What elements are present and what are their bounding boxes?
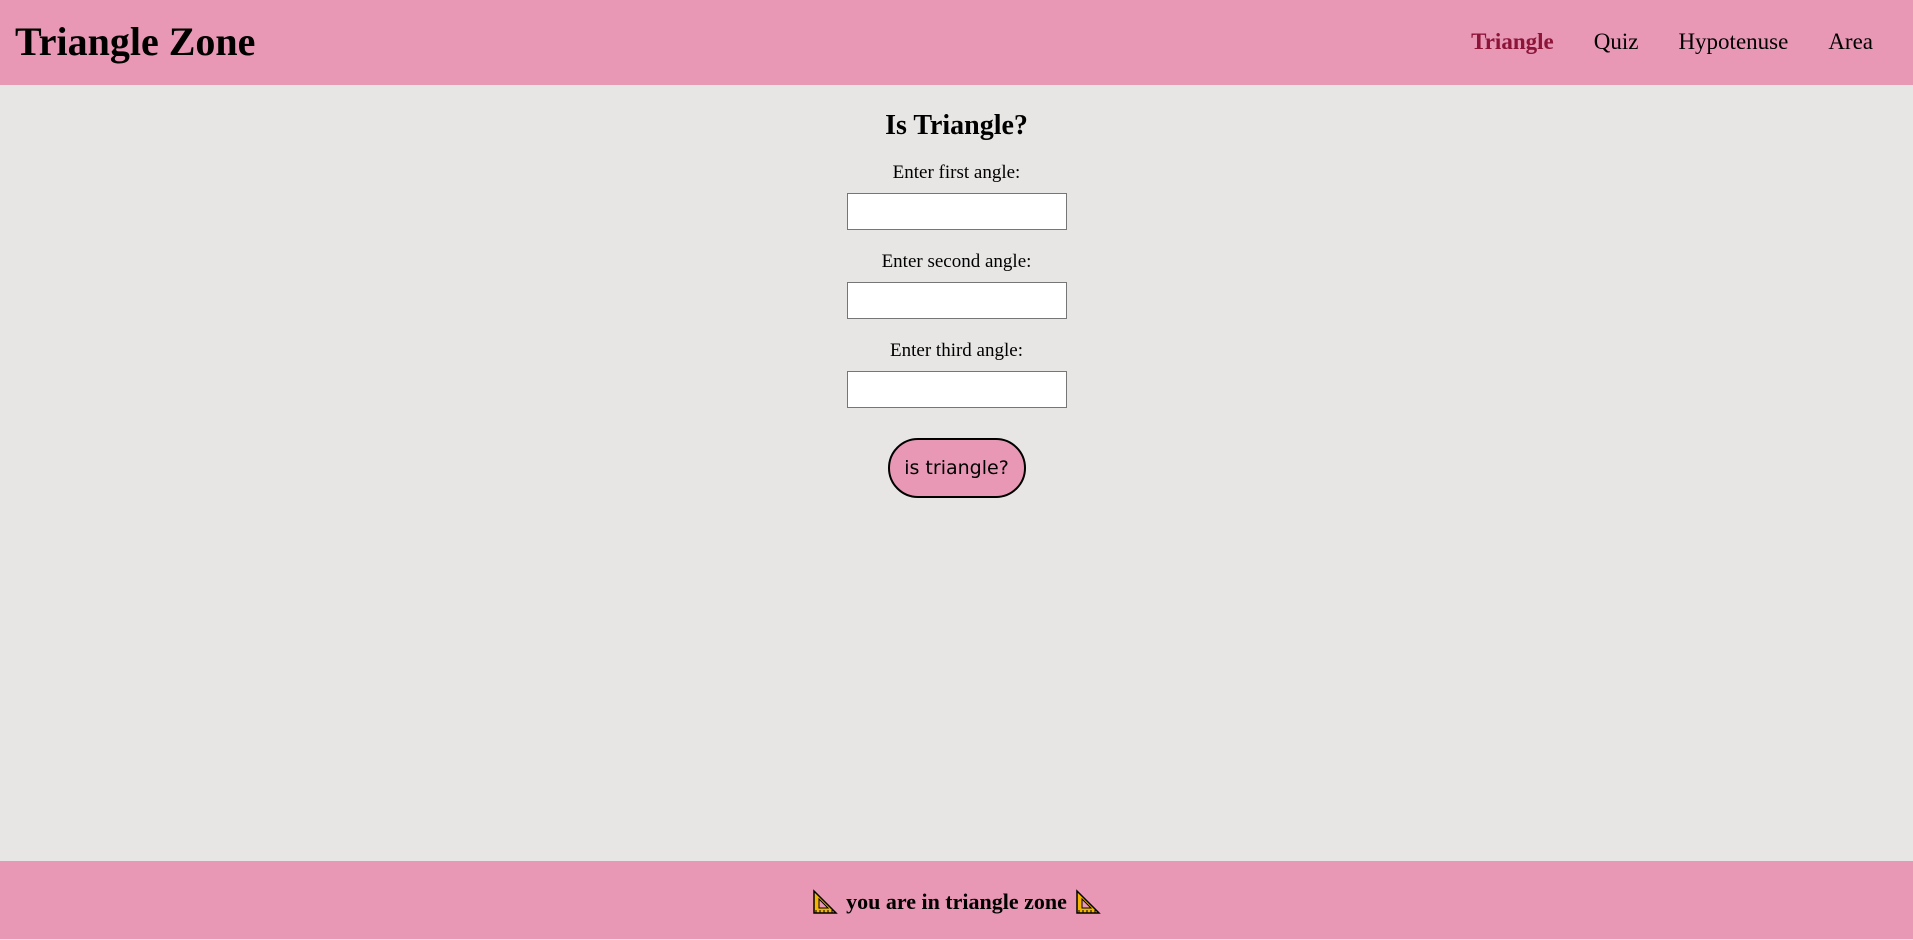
first-angle-input[interactable] [846,193,1067,230]
navbar: Triangle Zone Triangle Quiz Hypotenuse A… [0,0,1913,85]
main-content: Is Triangle? Enter first angle: Enter se… [0,85,1913,861]
triangular-ruler-icon [812,889,838,915]
footer-text: you are in triangle zone [846,889,1067,914]
page: Triangle Zone Triangle Quiz Hypotenuse A… [0,0,1913,940]
is-triangle-button[interactable]: is triangle? [887,438,1026,498]
nav-link-hypotenuse[interactable]: Hypotenuse [1678,25,1788,59]
footer: you are in triangle zone [0,861,1913,939]
brand-title[interactable]: Triangle Zone [15,18,255,66]
triangular-ruler-icon [1075,889,1101,915]
nav-link-area[interactable]: Area [1828,25,1873,59]
second-angle-label: Enter second angle: [881,251,1032,272]
third-angle-label: Enter third angle: [890,340,1023,361]
nav-link-quiz[interactable]: Quiz [1594,25,1639,59]
nav-link-triangle[interactable]: Triangle [1471,25,1554,59]
second-angle-input[interactable] [846,282,1067,319]
footer-message: you are in triangle zone [812,889,1101,915]
first-angle-label: Enter first angle: [892,162,1021,183]
page-title: Is Triangle? [885,110,1028,141]
nav-links: Triangle Quiz Hypotenuse Area [1471,25,1873,59]
third-angle-input[interactable] [846,371,1067,408]
